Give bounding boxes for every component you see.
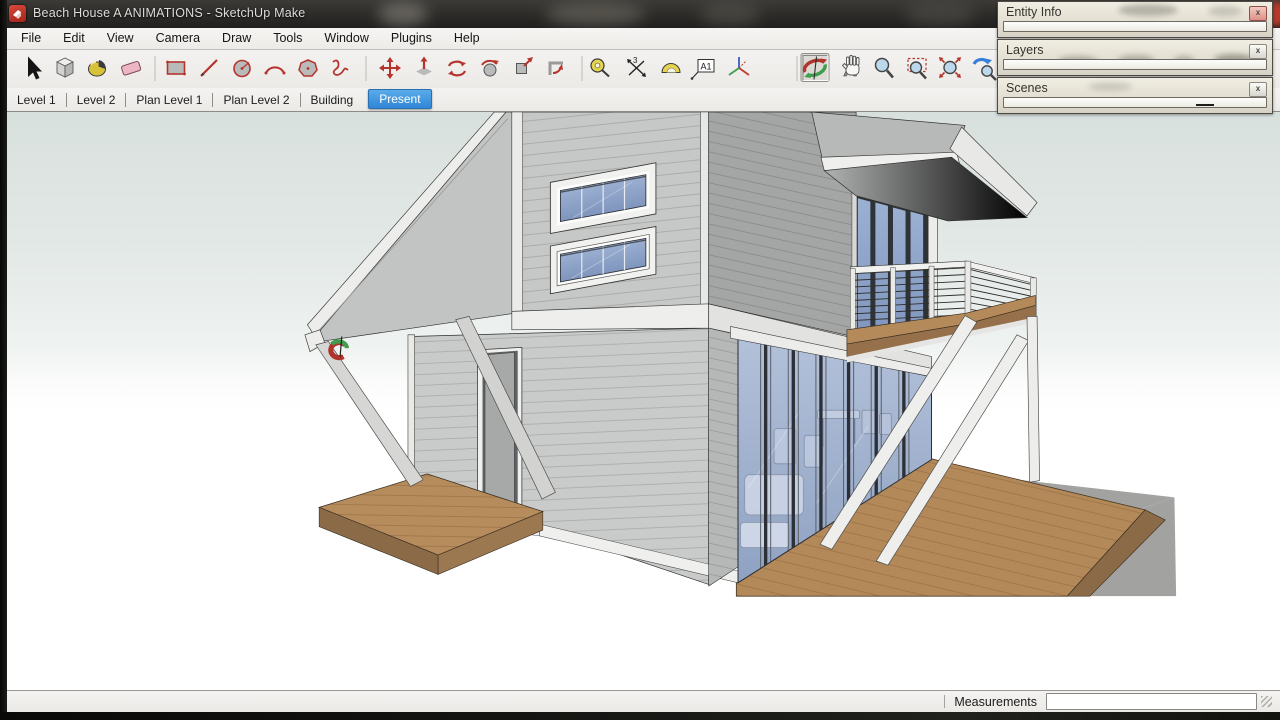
menu-tools[interactable]: Tools xyxy=(262,28,313,49)
move-tool-icon[interactable] xyxy=(379,57,401,79)
tab-building[interactable]: Building xyxy=(302,91,363,109)
tab-divider xyxy=(125,92,127,107)
tab-level-2[interactable]: Level 2 xyxy=(68,91,125,109)
menu-window[interactable]: Window xyxy=(313,28,379,49)
titlebar-glare xyxy=(700,2,760,26)
offset-tool-icon[interactable] xyxy=(548,61,563,75)
zoom-extents-tool-icon[interactable] xyxy=(939,57,961,78)
letterbox-bar xyxy=(0,712,1280,720)
previous-view-tool-icon[interactable] xyxy=(972,57,997,81)
freehand-tool-icon[interactable] xyxy=(332,59,349,76)
entity-info-panel: Entity Info x xyxy=(997,1,1273,38)
house-model xyxy=(304,112,1177,597)
scenes-scroll-dash xyxy=(1196,104,1214,106)
titlebar-glare xyxy=(378,2,428,26)
menu-view[interactable]: View xyxy=(96,28,145,49)
svg-text:A1: A1 xyxy=(701,62,712,72)
tab-divider xyxy=(212,92,214,107)
tab-present[interactable]: Present xyxy=(368,88,432,109)
zoom-window-tool-icon[interactable] xyxy=(907,57,927,80)
eraser-icon[interactable] xyxy=(121,60,142,76)
rotate-tool-icon[interactable] xyxy=(447,60,467,77)
svg-text:3: 3 xyxy=(633,56,638,65)
menu-camera[interactable]: Camera xyxy=(145,28,211,49)
titlebar-glare xyxy=(905,2,975,26)
circle-tool-icon[interactable] xyxy=(233,59,251,78)
scenes-title[interactable]: Scenes xyxy=(998,78,1272,97)
status-bar: Measurements xyxy=(0,690,1280,712)
entity-info-collapsed-body xyxy=(1003,21,1267,32)
measurements-label: Measurements xyxy=(954,694,1037,709)
status-divider xyxy=(944,695,946,708)
zoom-tool-icon[interactable] xyxy=(874,57,894,79)
axes-tool-icon[interactable] xyxy=(728,57,750,76)
resize-grip[interactable] xyxy=(1261,696,1272,707)
door-wall-strip xyxy=(708,327,739,587)
dimension-tool-icon[interactable]: 3 xyxy=(627,56,646,77)
menu-plugins[interactable]: Plugins xyxy=(380,28,443,49)
tab-divider xyxy=(65,92,67,107)
make-component-icon[interactable] xyxy=(55,57,75,78)
scenes-panel: Scenes x xyxy=(997,77,1273,114)
orbit-tool-icon[interactable] xyxy=(800,53,830,82)
layers-collapsed-body xyxy=(1003,59,1267,70)
paint-bucket-icon[interactable] xyxy=(88,60,106,77)
tab-level-1[interactable]: Level 1 xyxy=(8,91,65,109)
scale-tool-icon[interactable] xyxy=(516,57,534,74)
rectangle-tool-icon[interactable] xyxy=(166,60,186,76)
follow-me-tool-icon[interactable] xyxy=(481,59,499,77)
model-viewport[interactable] xyxy=(0,112,1280,690)
push-pull-tool-icon[interactable] xyxy=(416,56,432,76)
tab-divider xyxy=(299,92,301,107)
window-left-edge xyxy=(0,0,7,712)
measurements-input[interactable] xyxy=(1046,693,1257,710)
tape-measure-icon[interactable] xyxy=(590,58,610,78)
layers-panel: Layers x xyxy=(997,39,1273,76)
arc-tool-icon[interactable] xyxy=(264,66,286,75)
protractor-tool-icon[interactable] xyxy=(661,63,681,73)
window-title: Beach House A ANIMATIONS - SketchUp Make xyxy=(33,6,306,20)
text-tool-icon[interactable]: A1 xyxy=(690,59,715,80)
entity-info-title[interactable]: Entity Info xyxy=(998,2,1272,21)
tab-plan-level-2[interactable]: Plan Level 2 xyxy=(214,91,298,109)
menu-file[interactable]: File xyxy=(10,28,52,49)
polygon-tool-icon[interactable] xyxy=(298,59,318,77)
sketchup-logo-icon xyxy=(9,5,26,22)
close-icon[interactable]: x xyxy=(1249,44,1267,59)
close-icon[interactable]: x xyxy=(1249,82,1267,97)
line-tool-icon[interactable] xyxy=(200,59,218,77)
menu-help[interactable]: Help xyxy=(443,28,491,49)
close-icon[interactable]: x xyxy=(1249,6,1267,21)
tab-plan-level-1[interactable]: Plan Level 1 xyxy=(127,91,211,109)
titlebar-glare xyxy=(545,2,645,26)
layers-title[interactable]: Layers xyxy=(998,40,1272,59)
select-tool-icon[interactable] xyxy=(28,56,42,80)
menu-edit[interactable]: Edit xyxy=(52,28,96,49)
menu-draw[interactable]: Draw xyxy=(211,28,262,49)
panel-tray: Entity Info x Layers x Scenes x xyxy=(997,1,1273,115)
scenes-collapsed-body xyxy=(1003,97,1267,108)
left-roof xyxy=(304,112,517,353)
